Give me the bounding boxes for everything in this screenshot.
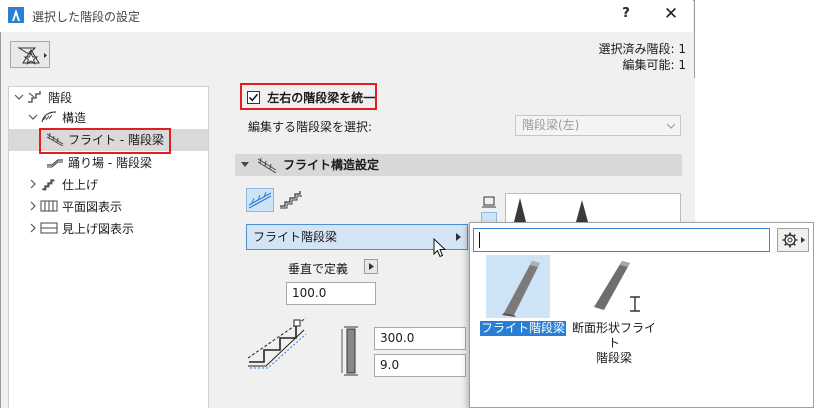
tree-item-label: フライト - 階段梁 (68, 133, 164, 147)
chevron-right-icon[interactable] (28, 199, 40, 219)
beam-width-input[interactable]: 9.0 (374, 354, 466, 377)
checkbox[interactable] (247, 91, 260, 104)
beam-preview-area (505, 193, 681, 223)
favorites-star-icon (17, 47, 47, 65)
tree-item-structure[interactable]: 構造 (28, 108, 86, 128)
gear-icon (782, 232, 805, 248)
flight-section-diagram-icon (246, 310, 308, 373)
stair-icon (26, 90, 44, 104)
beam-preview-icon (514, 198, 588, 222)
landing-beam-icon (46, 155, 64, 169)
chevron-right-icon (456, 225, 462, 257)
tree-item-ceiling-plan[interactable]: 見上げ図表示 (28, 219, 134, 239)
tile-profile-beam-label-line: 階段梁 (595, 351, 632, 365)
mouse-cursor-icon (433, 237, 447, 261)
tree-item-landing-beam[interactable]: 踊り場 - 階段梁 (46, 153, 152, 173)
vertical-define-label: 垂直で定義 (288, 262, 349, 276)
tile-profile-beam-label[interactable]: 断面形状フライト 階段梁 (572, 321, 656, 366)
editable-count: 編集可能: 1 (622, 58, 687, 72)
chevron-down-icon[interactable] (28, 110, 40, 130)
tree-item-finish[interactable]: 仕上げ (28, 175, 98, 195)
flight-beam-icon (257, 157, 277, 180)
tree-item-stair[interactable]: 階段 (14, 88, 72, 108)
structure-icon (40, 110, 58, 124)
beam-type-stringer-button[interactable] (246, 188, 274, 212)
app-logo-icon (8, 7, 24, 23)
collapse-triangle-icon (241, 154, 249, 183)
preview-mode-button[interactable] (481, 195, 497, 209)
close-button[interactable]: ✕ (661, 4, 681, 24)
selected-count: 選択済み階段: 1 (598, 42, 687, 56)
flight-beam-thumbnail-icon (502, 261, 540, 317)
unify-beams-label: 左右の階段梁を統一 (267, 91, 376, 105)
vertical-value: 100.0 (292, 286, 327, 300)
flight-beam-icon (46, 132, 64, 147)
tree-item-flight-beam[interactable]: フライト - 階段梁 (46, 130, 164, 150)
chevron-right-icon[interactable] (28, 177, 40, 197)
popup-search-input[interactable] (473, 228, 770, 252)
beam-height-value: 300.0 (380, 331, 415, 345)
sawtooth-beam-icon (280, 191, 302, 209)
tree-item-label: 階段 (48, 91, 73, 105)
chevron-down-icon[interactable] (14, 90, 26, 110)
tree-item-label: 仕上げ (62, 178, 99, 192)
edit-beam-label: 編集する階段梁を選択: (248, 120, 373, 134)
tree-item-label: 踊り場 - 階段梁 (68, 156, 152, 170)
favorites-button[interactable] (10, 41, 50, 68)
profile-beam-thumbnail-icon (594, 261, 640, 312)
beam-height-input[interactable]: 300.0 (374, 327, 466, 350)
vertical-define-toggle[interactable] (364, 259, 378, 274)
text-caret (479, 232, 480, 248)
help-button[interactable]: ? (618, 6, 634, 21)
stringer-beam-icon (248, 191, 272, 209)
edit-beam-select[interactable]: 階段梁(左) (515, 115, 681, 136)
tree-item-label: 平面図表示 (62, 200, 123, 214)
beam-type-sawtooth-button[interactable] (278, 188, 306, 212)
tile-profile-beam-thumb[interactable] (580, 255, 644, 318)
finish-icon (40, 177, 58, 191)
ceiling-plan-icon (40, 221, 58, 235)
chevron-right-icon[interactable] (28, 221, 40, 241)
vertical-value-input[interactable]: 100.0 (286, 282, 376, 305)
play-triangle-icon (369, 263, 374, 270)
section-title: フライト構造設定 (283, 158, 380, 172)
tree-item-label: 構造 (62, 111, 87, 125)
chevron-down-icon (666, 116, 676, 141)
unify-beams-checkbox[interactable]: 左右の階段梁を統一 (247, 89, 375, 106)
popup-settings-button[interactable] (777, 228, 809, 252)
preview-icon (482, 196, 496, 208)
tile-flight-beam-thumb[interactable] (486, 255, 550, 318)
flight-structure-section-header[interactable]: フライト構造設定 (235, 154, 682, 176)
window-title: 選択した階段の設定 (32, 10, 141, 24)
tile-profile-beam-label-line: 断面形状フライト (572, 321, 657, 350)
floor-plan-icon (40, 199, 58, 213)
tile-flight-beam-label[interactable]: フライト階段梁 (480, 321, 567, 336)
tree-item-label: 見上げ図表示 (62, 222, 135, 236)
beam-width-value: 9.0 (380, 358, 400, 372)
beam-dimension-icon (340, 325, 362, 380)
tree-item-floor-plan[interactable]: 平面図表示 (28, 197, 122, 217)
edit-beam-value: 階段梁(左) (522, 118, 580, 132)
beam-type-value: フライト階段梁 (253, 230, 338, 244)
